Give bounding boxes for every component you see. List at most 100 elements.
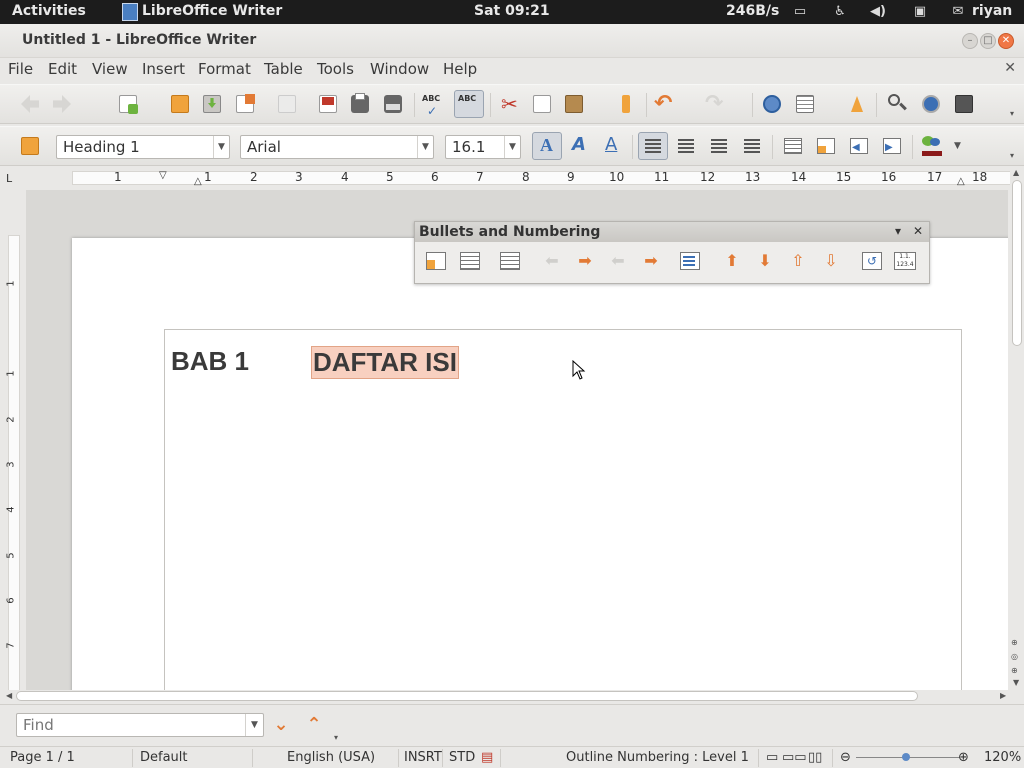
highlight-color-icon[interactable] — [920, 134, 944, 158]
left-indent-marker[interactable]: △ — [194, 176, 202, 187]
page-style[interactable]: Default — [140, 750, 188, 765]
move-down-with-subpoints-icon[interactable]: ⇩ — [818, 248, 844, 274]
menu-tools[interactable]: Tools — [317, 60, 354, 78]
styles-formatting-icon[interactable] — [18, 134, 42, 158]
maximize-icon[interactable]: □ — [980, 33, 996, 49]
clock[interactable]: Sat 09:21 — [474, 3, 550, 19]
paste-icon[interactable] — [562, 92, 586, 116]
menu-format[interactable]: Format — [198, 60, 251, 78]
close-document-icon[interactable]: ✕ — [1004, 60, 1016, 76]
increase-indent-icon[interactable]: ▶ — [880, 134, 904, 158]
volume-icon[interactable]: ◀) — [870, 4, 886, 20]
font-size-combo[interactable]: 16.1 ▼ — [445, 135, 521, 159]
demote-level-icon[interactable]: ➡ — [572, 248, 598, 274]
print-preview-icon[interactable] — [381, 92, 405, 116]
menu-view[interactable]: View — [92, 60, 128, 78]
navigator-icon[interactable] — [919, 92, 943, 116]
numbering-icon[interactable] — [781, 134, 805, 158]
find-previous-icon[interactable]: ⌃ — [303, 715, 325, 735]
justify-icon[interactable] — [740, 134, 764, 158]
decrease-indent-icon[interactable]: ◀ — [847, 134, 871, 158]
forward-icon[interactable] — [50, 92, 74, 116]
vertical-ruler[interactable]: 1 1 2 3 4 5 6 7 — [6, 190, 22, 695]
copy-icon[interactable] — [530, 92, 554, 116]
network-monitor-icon[interactable]: ▭ — [792, 4, 808, 20]
font-name-combo[interactable]: Arial ▼ — [240, 135, 434, 159]
heading-text-selected[interactable]: DAFTAR ISI — [311, 346, 459, 379]
navigation-icon[interactable]: ◎ — [1011, 652, 1018, 661]
open-icon[interactable] — [168, 92, 192, 116]
zoom-level[interactable]: 120% — [984, 750, 1021, 765]
insert-unnumbered-entry-icon[interactable] — [677, 248, 703, 274]
move-up-icon[interactable]: ⬆ — [719, 248, 745, 274]
panel-close-icon[interactable]: ✕ — [913, 224, 923, 238]
undo-icon[interactable]: ↶ — [652, 92, 676, 116]
save-icon[interactable] — [200, 92, 224, 116]
horizontal-scrollbar[interactable]: ◀ ▶ — [6, 690, 1010, 702]
scroll-up-icon[interactable]: ▲ — [1013, 168, 1019, 177]
menu-table[interactable]: Table — [264, 60, 303, 78]
menu-edit[interactable]: Edit — [48, 60, 77, 78]
shadow-text-icon[interactable]: A — [532, 132, 562, 160]
user-icon[interactable]: ✉ — [950, 4, 966, 20]
align-right-icon[interactable] — [707, 134, 731, 158]
bullets-off-icon[interactable] — [423, 248, 449, 274]
move-down-icon[interactable]: ⬇ — [752, 248, 778, 274]
zoom-slider-thumb[interactable] — [902, 753, 910, 761]
horizontal-scroll-thumb[interactable] — [16, 691, 918, 701]
gallery-icon[interactable] — [952, 92, 976, 116]
draw-functions-icon[interactable] — [845, 92, 869, 116]
italic-effect-icon[interactable]: A — [567, 134, 591, 158]
vertical-scrollbar[interactable]: ▲ ⊕ ◎ ⊕ ▼ — [1010, 168, 1024, 690]
selection-mode[interactable]: STD — [449, 750, 475, 765]
numbering-off-icon[interactable] — [457, 248, 483, 274]
panel-menu-icon[interactable]: ▾ — [895, 224, 901, 238]
paragraph-style-combo[interactable]: Heading 1 ▼ — [56, 135, 230, 159]
restart-numbering-icon[interactable]: ↺ — [859, 248, 885, 274]
menu-help[interactable]: Help — [443, 60, 477, 78]
document-modified-icon[interactable]: ▤ — [481, 750, 493, 765]
chevron-down-icon[interactable]: ▼ — [245, 714, 263, 736]
document-page[interactable]: BAB 1 DAFTAR ISI — [72, 238, 1008, 690]
cut-icon[interactable]: ✂ — [497, 92, 521, 116]
align-center-icon[interactable] — [674, 134, 698, 158]
insert-mode[interactable]: INSRT — [404, 750, 442, 765]
activities-button[interactable]: Activities — [12, 3, 86, 19]
scroll-down-icon[interactable]: ▼ — [1013, 678, 1019, 687]
multi-page-view-icon[interactable]: ▭▭ — [782, 750, 807, 765]
app-menu-label[interactable]: LibreOffice Writer — [142, 3, 282, 19]
page-next-icon[interactable]: ⊕ — [1011, 666, 1018, 675]
horizontal-ruler[interactable]: 1 1 2 3 4 5 6 7 8 9 10 11 12 13 14 15 16… — [26, 168, 1012, 188]
list-paragraph-icon[interactable] — [497, 248, 523, 274]
vertical-scroll-thumb[interactable] — [1012, 180, 1022, 346]
zoom-in-icon[interactable]: ⊕ — [958, 750, 969, 765]
wired-network-icon[interactable]: ▣ — [912, 4, 928, 20]
accessibility-icon[interactable]: ♿ — [832, 4, 848, 20]
scroll-right-icon[interactable]: ▶ — [1000, 691, 1006, 700]
find-input[interactable]: Find ▼ — [16, 713, 264, 737]
outline-font-icon[interactable]: A — [600, 134, 624, 158]
outline-numbering-dialog-icon[interactable]: 1.1. 123.4 — [892, 248, 918, 274]
spellcheck-icon[interactable]: ABC ✓ — [421, 92, 445, 118]
new-document-icon[interactable] — [116, 92, 140, 116]
close-window-icon[interactable]: ✕ — [998, 33, 1014, 49]
align-left-icon[interactable] — [638, 132, 668, 160]
page-previous-icon[interactable]: ⊕ — [1011, 638, 1018, 647]
heading-number[interactable]: BAB 1 — [171, 346, 249, 377]
right-indent-marker[interactable]: △ — [957, 176, 965, 187]
promote-with-subpoints-icon[interactable]: ⬅ — [605, 248, 631, 274]
find-replace-icon[interactable] — [886, 92, 910, 116]
bullets-icon[interactable] — [814, 134, 838, 158]
find-next-icon[interactable]: ⌄ — [270, 715, 292, 735]
bullets-numbering-toolbar[interactable]: Bullets and Numbering ▾ ✕ ⬅ ➡ ⬅ ➡ ⬆ ⬇ ⇧ … — [414, 221, 930, 284]
back-icon[interactable] — [18, 92, 42, 116]
user-name[interactable]: riyan — [972, 3, 1012, 19]
book-view-icon[interactable]: ▯▯ — [808, 750, 822, 765]
promote-level-icon[interactable]: ⬅ — [539, 248, 565, 274]
zoom-out-icon[interactable]: ⊖ — [840, 750, 851, 765]
tab-stop-selector[interactable]: L — [6, 172, 20, 186]
language[interactable]: English (USA) — [287, 750, 375, 765]
chevron-down-icon[interactable]: ▼ — [504, 136, 520, 158]
minimize-icon[interactable]: – — [962, 33, 978, 49]
bullets-numbering-titlebar[interactable]: Bullets and Numbering ▾ ✕ — [415, 222, 929, 242]
